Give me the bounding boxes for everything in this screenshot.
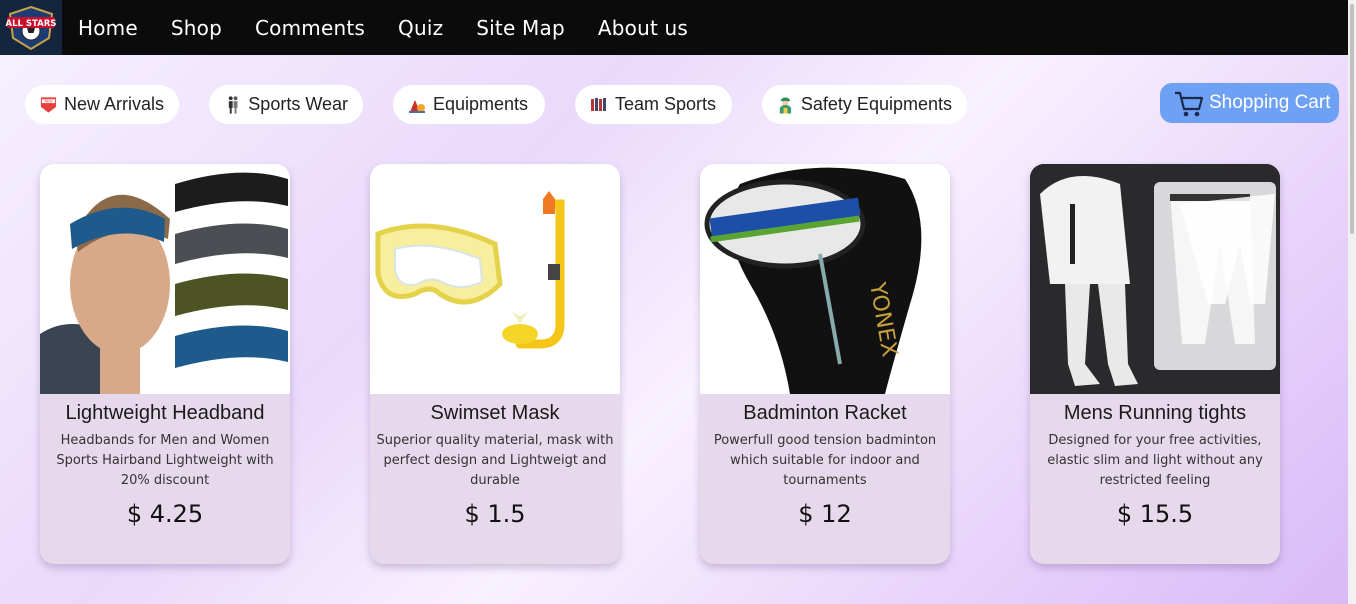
product-title[interactable]: Badminton Racket [700, 402, 950, 425]
equipment-icon [409, 99, 425, 113]
logo-text: ALL STARS [6, 19, 57, 29]
top-navbar: ALL STARS Home Shop Comments Quiz Site M… [0, 0, 1348, 55]
logo-badge-icon: ALL STARS [6, 5, 57, 50]
category-equipments[interactable]: Equipments [393, 85, 545, 124]
product-price: $ 1.5 [464, 500, 526, 528]
nav-link-comments[interactable]: Comments [255, 16, 365, 40]
new-badge-icon: NEW [40, 96, 57, 113]
nav-link-about-us[interactable]: About us [598, 16, 688, 40]
product-card-running-tights[interactable]: Mens Running tights Designed for your fr… [1030, 164, 1280, 564]
shopping-cart-icon [1175, 91, 1204, 117]
category-label: Team Sports [615, 94, 717, 114]
product-description: Designed for your free activities, elast… [1047, 433, 1263, 488]
product-description: Headbands for Men and Women Sports Hairb… [56, 433, 274, 488]
team-sports-icon [591, 97, 606, 111]
product-title[interactable]: Swimset Mask [370, 402, 620, 425]
category-label: Safety Equipments [800, 94, 952, 114]
product-title[interactable]: Mens Running tights [1030, 402, 1280, 425]
product-price: $ 12 [798, 500, 852, 528]
shopping-cart-button[interactable]: Shopping Cart [1160, 83, 1339, 123]
nav-link-site-map[interactable]: Site Map [476, 16, 565, 40]
category-label: New Arrivals [63, 94, 164, 114]
nav-link-home[interactable]: Home [78, 16, 138, 40]
nav-link-shop[interactable]: Shop [171, 16, 222, 40]
category-label: Sports Wear [248, 94, 348, 114]
nav-links: Home Shop Comments Quiz Site Map About u… [78, 16, 721, 40]
all-stars-logo[interactable]: ALL STARS [0, 0, 62, 55]
product-card-badminton-racket[interactable]: YONEX Badminton Racket Powerfull good te… [700, 164, 950, 564]
scrollbar-thumb[interactable] [1350, 4, 1354, 234]
category-safety-equipments[interactable]: Safety Equipments [762, 85, 967, 124]
svg-text:NEW: NEW [44, 99, 53, 103]
category-team-sports[interactable]: Team Sports [575, 85, 732, 124]
product-image-badminton-racket[interactable]: YONEX [700, 164, 950, 394]
product-image-headband[interactable] [40, 164, 290, 394]
sports-wear-icon [228, 95, 238, 114]
product-card-swimset-mask[interactable]: Swimset Mask Superior quality material, … [370, 164, 620, 564]
category-bar: NEW New Arrivals Sports Wear Equipments … [25, 85, 997, 124]
product-description: Powerfull good tension badminton which s… [713, 433, 937, 488]
safety-worker-icon [779, 96, 792, 114]
nav-link-quiz[interactable]: Quiz [398, 16, 443, 40]
product-image-swimset-mask[interactable] [370, 164, 620, 394]
category-new-arrivals[interactable]: NEW New Arrivals [25, 85, 179, 124]
page-scrollbar[interactable] [1348, 0, 1356, 604]
product-price: $ 4.25 [126, 500, 204, 528]
category-label: Equipments [433, 94, 529, 114]
shopping-cart-label: Shopping Cart [1209, 92, 1331, 113]
product-image-running-tights[interactable] [1030, 164, 1280, 394]
product-card-headband[interactable]: Lightweight Headband Headbands for Men a… [40, 164, 290, 564]
category-sports-wear[interactable]: Sports Wear [209, 85, 363, 124]
product-title[interactable]: Lightweight Headband [40, 402, 290, 425]
product-price: $ 15.5 [1116, 500, 1194, 528]
product-description: Superior quality material, mask with per… [376, 433, 614, 488]
